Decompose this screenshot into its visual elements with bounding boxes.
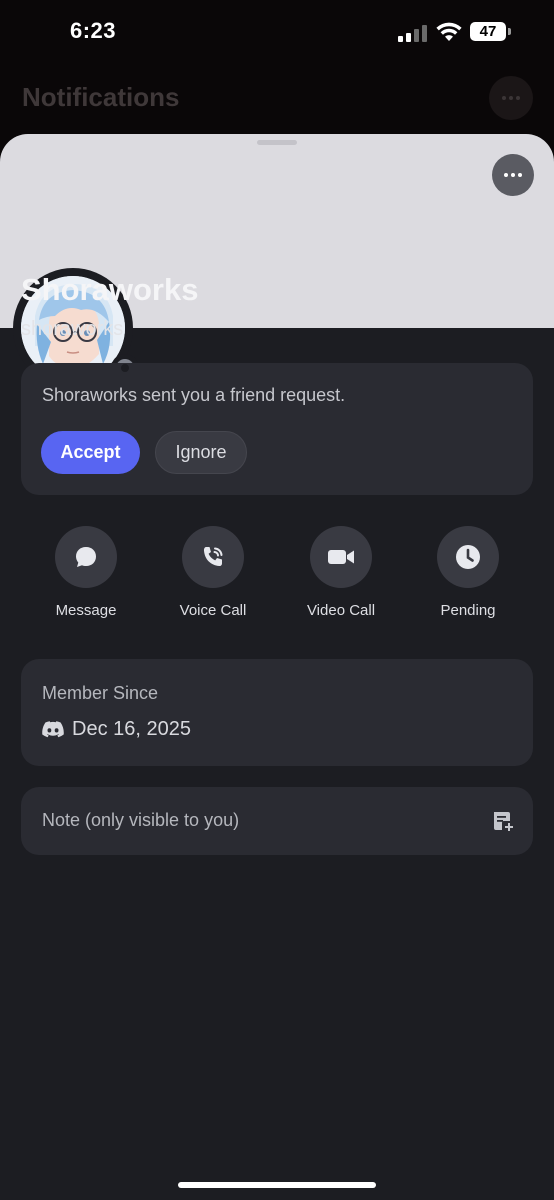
pending-action[interactable]: Pending <box>413 526 523 619</box>
username: shoraworks <box>21 318 124 340</box>
message-action-label: Message <box>55 602 117 619</box>
member-since-date: Dec 16, 2025 <box>72 718 191 740</box>
member-since-title: Member Since <box>42 683 159 703</box>
friend-request-message: Shoraworks sent you a friend request. <box>42 385 346 405</box>
member-since-card: Member Since Dec 16, 2025 <box>21 659 533 766</box>
message-action[interactable]: Message <box>31 526 141 619</box>
sheet-drag-handle[interactable] <box>257 140 297 145</box>
voice-call-action-label: Voice Call <box>179 602 247 619</box>
battery-cap <box>508 28 511 35</box>
note-field[interactable]: Note (only visible to you) <box>21 787 533 855</box>
ignore-button[interactable]: Ignore <box>155 431 247 474</box>
more-dots-icon <box>504 173 522 177</box>
clock-icon <box>437 526 499 588</box>
voice-call-action[interactable]: Voice Call <box>158 526 268 619</box>
chat-bubble-icon <box>55 526 117 588</box>
member-since-row: Dec 16, 2025 <box>42 718 191 741</box>
video-call-action[interactable]: Video Call <box>286 526 396 619</box>
video-call-action-label: Video Call <box>306 602 376 619</box>
status-bar: 6:23 47 <box>0 0 554 66</box>
background-page-title: Notifications <box>22 82 180 112</box>
wifi-icon <box>436 22 462 41</box>
display-name: Shoraworks <box>21 272 199 307</box>
video-camera-icon <box>310 526 372 588</box>
profile-actions: Message Voice Call Video Call Pending <box>0 526 554 626</box>
discord-logo-icon <box>42 721 64 738</box>
friend-request-card: Shoraworks sent you a friend request. Ac… <box>21 363 533 495</box>
cellular-signal-icon <box>398 25 428 42</box>
home-indicator[interactable] <box>178 1182 376 1188</box>
battery-indicator: 47 <box>470 22 506 41</box>
note-placeholder: Note (only visible to you) <box>42 810 240 830</box>
profile-more-button[interactable] <box>492 154 534 196</box>
status-time: 6:23 <box>70 18 117 43</box>
add-note-icon[interactable] <box>491 809 515 833</box>
profile-sheet: Shoraworks shoraworks Shoraworks sent yo… <box>0 134 554 1200</box>
more-dots-icon <box>502 96 520 100</box>
pending-action-label: Pending <box>440 602 496 619</box>
accept-button[interactable]: Accept <box>41 431 140 474</box>
background-more-button <box>489 76 533 120</box>
phone-icon <box>182 526 244 588</box>
